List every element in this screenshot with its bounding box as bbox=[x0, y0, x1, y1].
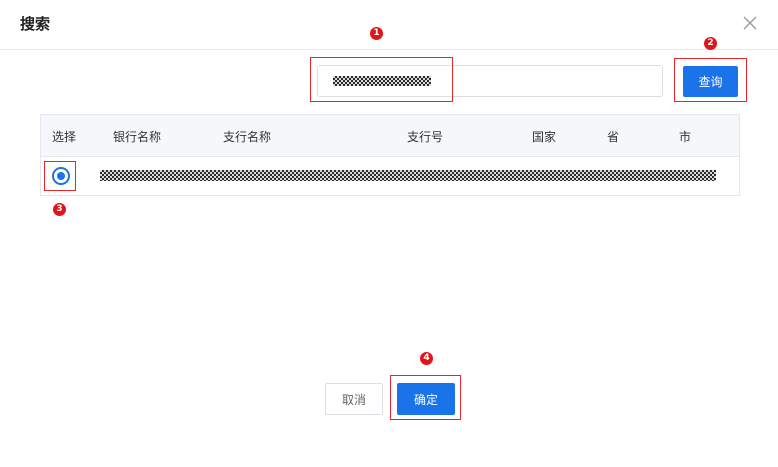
table-header: 选择 银行名称 支行名称 支行号 国家 省 市 bbox=[41, 115, 739, 157]
close-icon[interactable] bbox=[741, 14, 759, 32]
highlight-box-radio bbox=[44, 161, 76, 191]
cancel-button[interactable]: 取消 bbox=[325, 383, 383, 415]
annotation-marker-1: 1 bbox=[370, 27, 383, 40]
column-header-select: 选择 bbox=[52, 130, 77, 144]
column-header-city: 市 bbox=[679, 130, 692, 144]
results-table: 选择 银行名称 支行名称 支行号 国家 省 市 bbox=[40, 114, 740, 196]
column-header-country: 国家 bbox=[532, 130, 557, 144]
highlight-box-search-input bbox=[310, 57, 453, 102]
column-header-branch-number: 支行号 bbox=[407, 130, 444, 144]
highlight-box-query-button bbox=[674, 58, 747, 102]
table-row-redacted-content bbox=[100, 170, 716, 181]
annotation-marker-3: 3 bbox=[53, 203, 66, 216]
column-header-branch-name: 支行名称 bbox=[223, 130, 272, 144]
annotation-marker-4: 4 bbox=[420, 352, 433, 365]
column-header-bank-name: 银行名称 bbox=[113, 130, 162, 144]
annotation-marker-2: 2 bbox=[704, 37, 717, 50]
table-row[interactable] bbox=[41, 157, 739, 195]
header-divider bbox=[0, 49, 778, 50]
highlight-box-confirm-button bbox=[390, 375, 461, 420]
dialog-title: 搜索 bbox=[20, 15, 51, 33]
column-header-province: 省 bbox=[607, 130, 620, 144]
